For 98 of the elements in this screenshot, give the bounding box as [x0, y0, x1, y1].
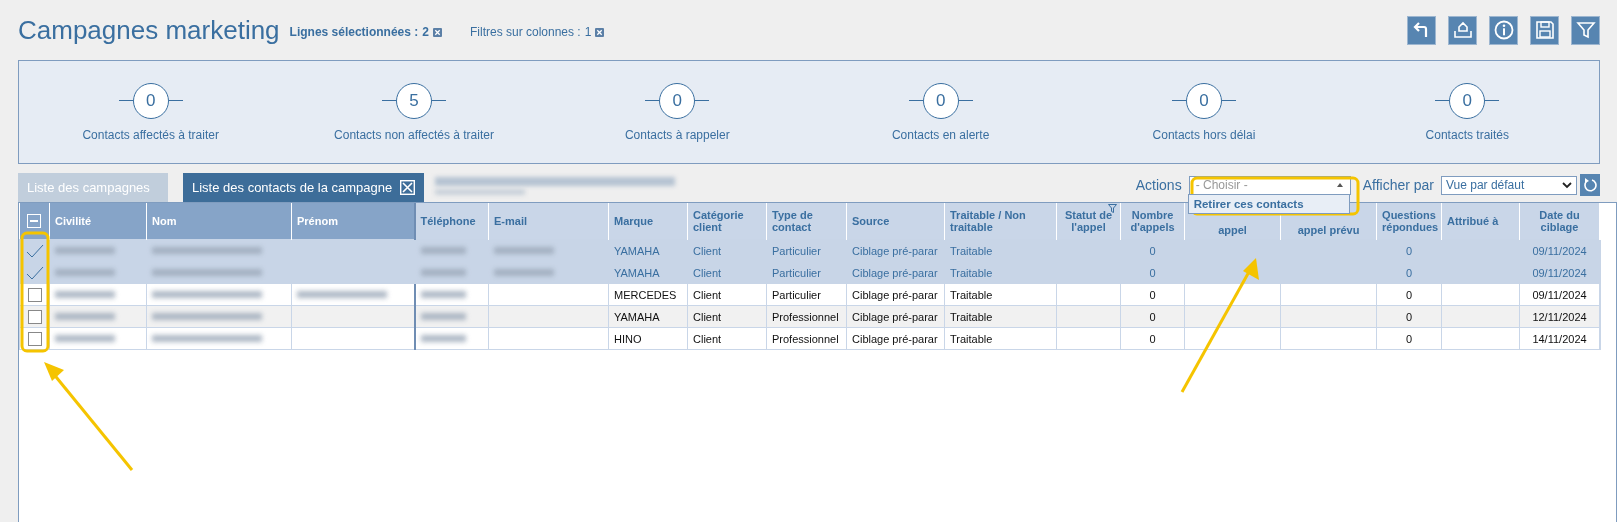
page-title: Campagnes marketing [18, 14, 280, 46]
refresh-icon [1583, 178, 1597, 192]
column-header[interactable]: Date du ciblage [1519, 203, 1600, 240]
count-circle: 0 [1185, 82, 1222, 119]
filter-summary: Lignes sélectionnées : [289, 25, 419, 39]
export-button[interactable] [1448, 15, 1477, 45]
table-cell: 0 [1149, 266, 1156, 279]
column-header[interactable]: Source [846, 203, 945, 240]
table-cell: Particulier [772, 266, 821, 279]
table-cell: Client [693, 266, 722, 279]
filter-button[interactable] [1571, 15, 1600, 45]
column-header[interactable]: Prénom [291, 203, 415, 240]
table-cell: 0 [1405, 244, 1413, 257]
menu-option[interactable]: Retirer ces contacts [1188, 194, 1349, 213]
count-circle: 0 [922, 82, 959, 119]
table-cell: 0 [1149, 310, 1156, 323]
column-header[interactable]: Catégorie client [687, 203, 767, 240]
column-header[interactable]: Questions répondues [1376, 203, 1442, 240]
table-cell: Traitable [950, 332, 993, 345]
row-checkbox[interactable] [27, 331, 42, 346]
column-header[interactable]: Attribué à [1441, 203, 1520, 240]
table-cell: Client [693, 288, 722, 301]
table-cell: Traitable [950, 310, 993, 323]
tab[interactable]: Liste des contacts de la campagne [183, 173, 425, 202]
refresh-button[interactable] [1580, 174, 1600, 196]
table-cell: 09/11/2024 [1532, 244, 1587, 257]
table-cell: 0 [1405, 266, 1413, 279]
table-cell: Traitable [950, 244, 993, 257]
table-cell: 0 [1149, 244, 1156, 257]
table-cell: HINO [614, 332, 642, 345]
column-header[interactable]: Type de contact [766, 203, 847, 240]
table-cell: 12/11/2024 [1532, 310, 1587, 323]
checkmark-icon[interactable] [25, 243, 44, 258]
count-circle: 0 [132, 82, 169, 119]
filter-summary: Filtres sur colonnes : [470, 25, 581, 39]
count-circle: 0 [1449, 82, 1486, 119]
info-button[interactable] [1489, 15, 1518, 45]
table-cell: Client [693, 310, 722, 323]
table-cell: 0 [1149, 288, 1156, 301]
table-cell: Professionnel [772, 310, 839, 323]
column-header[interactable]: Traitable / Non traitable [944, 203, 1057, 240]
column-header[interactable]: Nom [146, 203, 292, 240]
column-header[interactable]: Téléphone [414, 203, 489, 240]
table-cell: YAMAHA [614, 310, 660, 323]
clear-icon[interactable] [595, 27, 605, 37]
count-circle: 0 [659, 82, 696, 119]
table-cell: Ciblage pré-parar [852, 332, 938, 345]
stat-label: Contacts en alerte [891, 127, 990, 142]
tray-house-icon [1452, 21, 1473, 39]
filter-count: 2 [422, 25, 429, 39]
table-cell: Particulier [772, 244, 821, 257]
table-cell: Client [693, 332, 722, 345]
clear-icon[interactable] [433, 27, 442, 37]
table-cell: Particulier [772, 288, 821, 301]
row-checkbox[interactable] [27, 309, 42, 324]
stat-label: Contacts affectés à traiter [82, 127, 219, 142]
select-all-checkbox[interactable] [27, 214, 42, 228]
checkmark-icon[interactable] [25, 265, 44, 280]
table-cell: YAMAHA [614, 266, 660, 279]
info-icon [1493, 20, 1514, 40]
table-cell: 14/11/2024 [1532, 332, 1587, 345]
table-cell: Traitable [950, 288, 993, 301]
filter-icon [1575, 20, 1596, 40]
view-label: Afficher par [1362, 177, 1434, 193]
stat-label: Contacts traités [1425, 127, 1509, 142]
table-cell: Ciblage pré-parar [852, 310, 938, 323]
table-cell: 0 [1405, 332, 1413, 345]
filter-icon[interactable] [1108, 204, 1117, 213]
save-button[interactable] [1530, 15, 1559, 45]
chevron-down-icon [1562, 181, 1572, 189]
stat-label: Contacts non affectés à traiter [334, 127, 494, 142]
table-cell: 0 [1405, 310, 1413, 323]
column-header[interactable]: Civilité [49, 203, 147, 240]
close-icon[interactable] [400, 180, 416, 195]
table-cell: Client [693, 244, 722, 257]
table-cell: 09/11/2024 [1532, 266, 1587, 279]
filter-count: 1 [584, 25, 592, 39]
table-cell: Traitable [950, 266, 993, 279]
table-cell: 09/11/2024 [1532, 288, 1587, 301]
back-button[interactable] [1407, 15, 1436, 45]
table-cell: YAMAHA [614, 244, 660, 257]
table-cell: Professionnel [772, 332, 839, 345]
table-cell: Ciblage pré-parar [852, 266, 938, 279]
column-header[interactable]: Marque [608, 203, 688, 240]
table-cell: Ciblage pré-parar [852, 288, 938, 301]
actions-label: Actions [1135, 177, 1182, 193]
table-cell: 0 [1405, 288, 1413, 301]
count-circle: 5 [396, 82, 432, 119]
column-header[interactable]: Nombre d'appels [1120, 203, 1185, 240]
column-header[interactable]: E-mail [488, 203, 609, 240]
row-checkbox[interactable] [27, 287, 42, 302]
view-dropdown[interactable]: Vue par défaut [1441, 175, 1577, 195]
stat-label: Contacts à rappeler [624, 127, 730, 142]
table-cell: Ciblage pré-parar [852, 244, 938, 257]
stat-label: Contacts hors délai [1152, 127, 1256, 142]
table-cell: 0 [1149, 332, 1156, 345]
column-header[interactable]: Statut de l'appel [1056, 203, 1121, 240]
table-cell: MERCEDES [614, 288, 677, 301]
